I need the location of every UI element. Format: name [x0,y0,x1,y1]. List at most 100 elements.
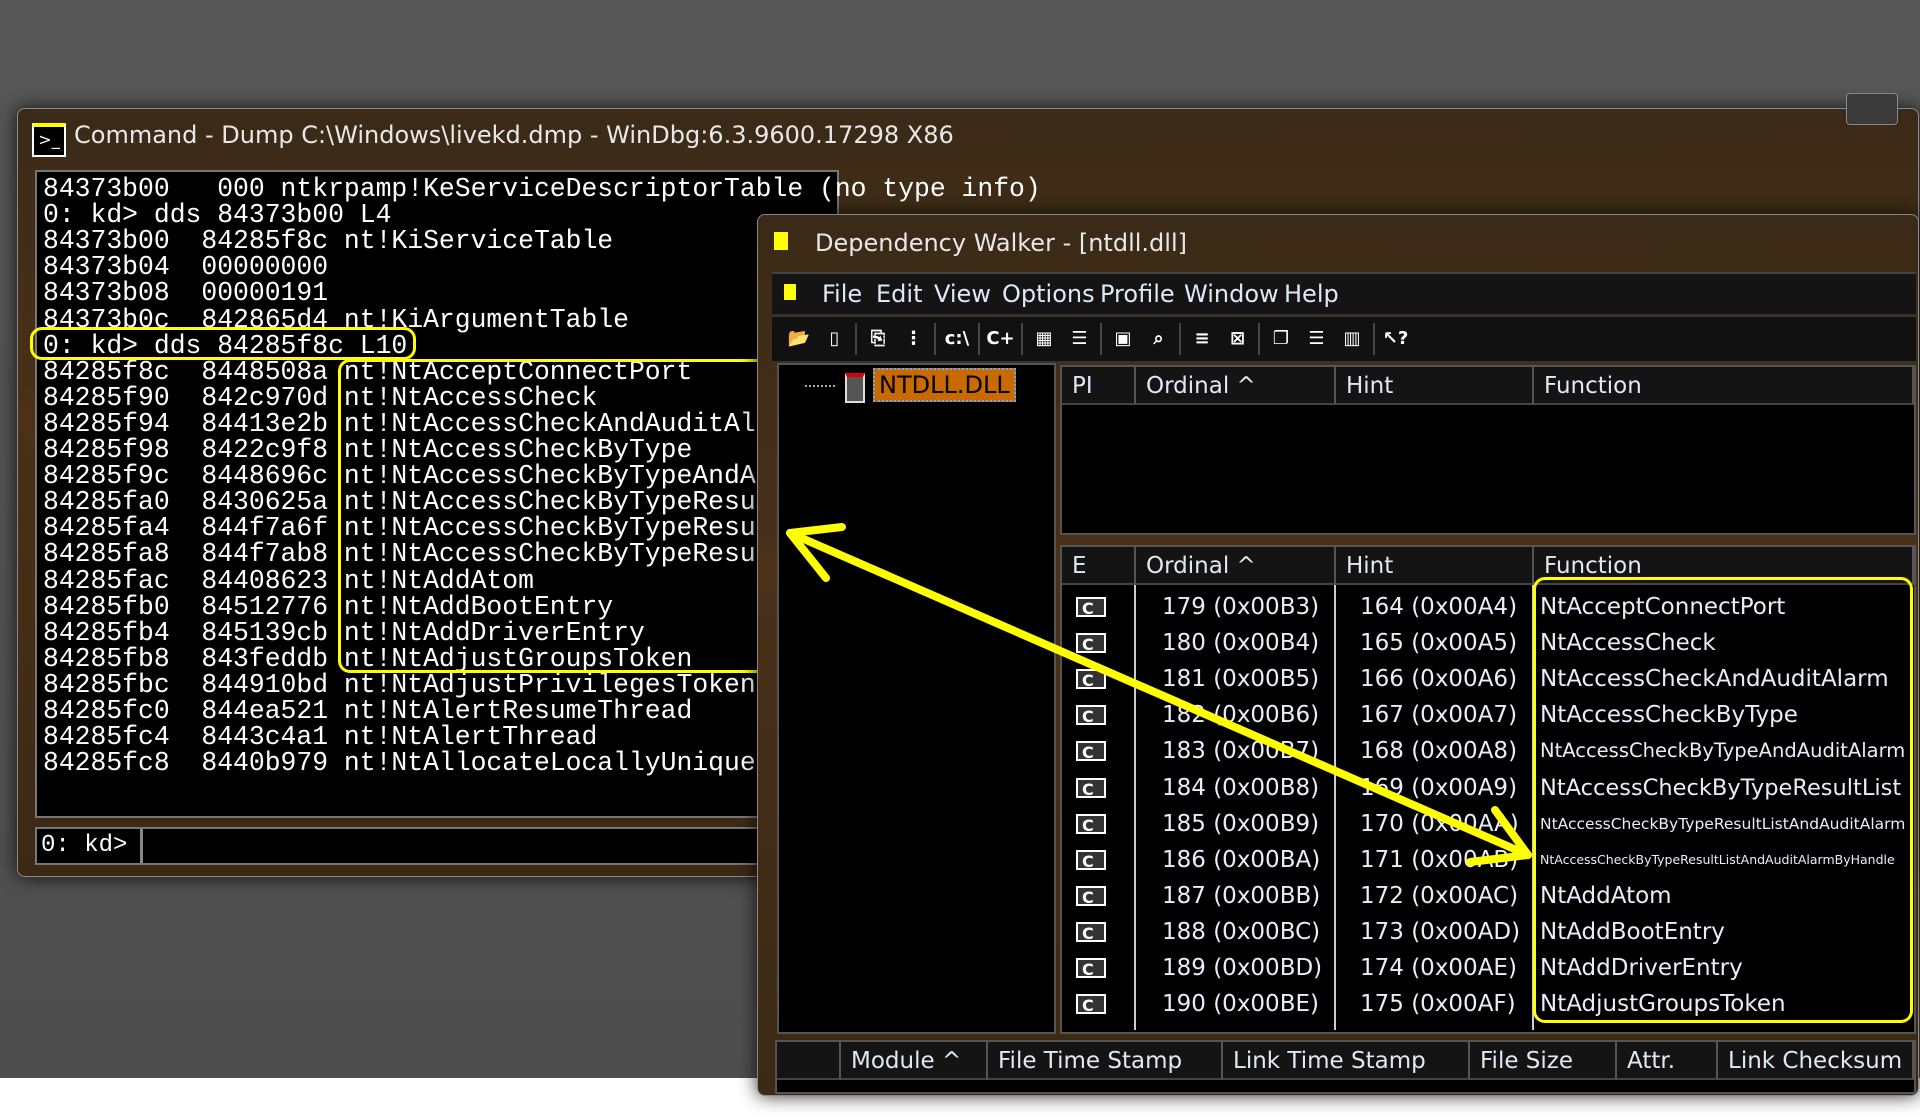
module-tree: NTDLL.DLL [777,363,1056,1034]
console-line: 84285fc4 8443c4a1 nt!NtAlertThread [43,722,598,753]
column-header-attr[interactable]: Attr. [1617,1042,1718,1080]
system-info-icon[interactable]: ▣ [1108,324,1138,354]
tile-horizontal-icon[interactable]: ☰ [1302,324,1332,354]
c-function-icon: C [1076,669,1106,690]
ordinal-cell: 187 (0x00BB) [1162,882,1321,909]
console-line: 84285fc8 8440b979 nt!NtAllocateLocallyUn… [43,748,788,779]
toolbar-separator [855,323,857,355]
find-icon[interactable]: ⌕ [1144,324,1174,354]
export-row[interactable]: C 180 (0x00B4) 165 (0x00A5) NtAccessCheck [1062,625,1914,661]
export-row[interactable]: C 187 (0x00BB) 172 (0x00AC) NtAddAtom [1062,878,1914,914]
column-header-linktimestamp[interactable]: Link Time Stamp [1223,1042,1470,1080]
export-row[interactable]: C 185 (0x00B9) 170 (0x00AA) NtAccessCheckBy… [1062,806,1914,842]
depwalker-title: Dependency Walker - [ntdll.dll] [815,229,1187,257]
hint-cell: 175 (0x00AF) [1360,991,1516,1018]
menu-options[interactable]: Options [1002,280,1095,308]
c-function-icon: C [1076,994,1106,1015]
tile-vertical-icon[interactable]: ▥ [1337,324,1367,354]
menu-profile[interactable]: Profile [1100,280,1175,308]
match-export-icon[interactable]: ≡ [1187,324,1217,354]
tree-node-ntdll[interactable]: NTDLL.DLL [873,368,1016,402]
export-row[interactable]: C 183 (0x00B7) 168 (0x00A8) NtAccessCheckBy… [1062,733,1914,769]
ordinal-cell: 179 (0x00B3) [1162,594,1320,620]
column-header-filesize[interactable]: File Size [1470,1042,1617,1080]
imports-list: PI Ordinal ^ Hint Function [1060,365,1916,535]
exports-list: E Ordinal ^ Hint Function C 179 (0x00B3) 164 (… [1060,545,1916,1034]
column-header-ordinal[interactable]: Ordinal ^ [1136,547,1336,585]
function-cell: NtAddBootEntry [1540,918,1725,945]
export-row[interactable]: C 188 (0x00BC) 173 (0x00AD) NtAddBootEntry [1062,914,1914,950]
column-header-blank[interactable] [777,1042,841,1080]
ordinal-cell: 185 (0x00B9) [1162,810,1320,837]
match-import-icon[interactable]: ⊠ [1223,324,1253,354]
menu-edit[interactable]: Edit [876,280,922,308]
function-cell: NtAccessCheckAndAuditAlarm [1540,666,1889,693]
toolbar-separator [1021,323,1023,355]
tree-connector [805,385,835,387]
function-cell: NtAccessCheckByTypeResultList [1540,774,1902,801]
menu-help[interactable]: Help [1284,280,1339,308]
export-row[interactable]: C 190 (0x00BE) 175 (0x00AF) NtAdjustGroupsT… [1062,986,1914,1022]
console-line: 84373b00 000 ntkrpamp!KeServiceDescripto… [43,174,1041,204]
function-cell: NtAddAtom [1540,882,1672,909]
console-line: 84285fac 84408623 nt!NtAddAtom [43,565,534,596]
function-cell: NtAccessCheck [1540,630,1716,657]
console-line: 84285f8c 8448508a nt!NtAcceptConnectPort [43,356,693,387]
console-line: 84285fa0 8430625a nt!NtAccessCheckByType… [43,487,851,518]
ordinal-cell: 190 (0x00BE) [1162,991,1319,1018]
column-header-e[interactable]: E [1062,547,1136,585]
c-function-icon: C [1076,958,1106,979]
console-line: 84285f90 842c970d nt!NtAccessCheck [43,382,598,413]
column-header-pi[interactable]: PI [1062,367,1136,405]
console-line: 84285fb4 845139cb nt!NtAddDriverEntry [43,617,645,648]
function-cell: NtAddDriverEntry [1540,955,1743,981]
open-icon[interactable]: 📂 [784,324,814,354]
export-row[interactable]: C 184 (0x00B8) 169 (0x00A9) NtAccessCheckBy… [1062,770,1914,806]
dependency-walker-window: Dependency Walker - [ntdll.dll] File Edit… [757,214,1919,1096]
save-icon[interactable]: ▯ [820,324,850,354]
toolbar-separator [977,323,980,355]
copy-icon[interactable]: ⎘ [863,324,893,354]
depwalker-app-icon [774,232,788,250]
full-paths-icon[interactable]: c:\ [942,324,972,354]
c-function-icon: C [1076,813,1106,835]
auto-expand-icon[interactable]: ▦ [1029,324,1059,354]
export-row[interactable]: C 186 (0x00BA) 171 (0x00AB) NtAccessCheckBy… [1062,842,1914,878]
undecorate-cpp-icon[interactable]: C+ [986,324,1016,354]
toolbar-separator [1100,323,1102,355]
export-row[interactable]: C 189 (0x00BD) 174 (0x00AE) NtAddDriverEntr… [1062,950,1914,986]
c-function-icon: C [1076,597,1106,618]
help-icon[interactable]: ↖? [1381,324,1411,354]
console-line: 84285fb0 84512776 nt!NtAddBootEntry [43,591,614,622]
ordinal-cell: 186 (0x00BA) [1162,846,1321,873]
minimize-button[interactable] [1846,93,1898,125]
column-header-hint[interactable]: Hint [1336,547,1534,585]
column-header-function[interactable]: Function [1534,547,1914,585]
menu-view[interactable]: View [934,280,991,308]
cascade-icon[interactable]: ❐ [1266,324,1296,354]
column-header-linkchecksum[interactable]: Link Checksum [1718,1042,1914,1080]
console-line: 84373b00 84285f8c nt!KiServiceTable [43,226,614,257]
hint-cell: 173 (0x00AD) [1360,918,1521,945]
hint-cell: 166 (0x00A6) [1360,666,1518,693]
properties-icon[interactable]: ☰ [1065,324,1095,354]
column-header-ordinal[interactable]: Ordinal ^ [1136,367,1336,405]
menu-window[interactable]: Window [1184,280,1279,308]
c-function-icon: C [1076,777,1106,799]
console-line: 84285fb8 843feddb nt!NtAdjustGroupsToken [43,643,693,674]
column-header-hint[interactable]: Hint [1336,367,1534,405]
column-header-module[interactable]: Module ^ [841,1042,988,1080]
export-row[interactable]: C 181 (0x00B5) 166 (0x00A6) NtAccessCheckAn… [1062,661,1914,697]
column-header-function[interactable]: Function [1534,367,1914,405]
console-line: 0: kd> dds 84285f8c L10 [43,330,408,361]
expand-tree-icon[interactable]: ⋮ [899,324,929,354]
command-input[interactable] [147,829,827,861]
export-row[interactable]: C 182 (0x00B6) 167 (0x00A7) NtAccessCheckBy… [1062,697,1914,733]
column-header-filetimestamp[interactable]: File Time Stamp [988,1042,1223,1080]
menu-file[interactable]: File [822,280,862,308]
export-row[interactable]: C 179 (0x00B3) 164 (0x00A4) NtAcceptConnect… [1062,589,1914,625]
ordinal-cell: 180 (0x00B4) [1162,630,1320,657]
hint-cell: 170 (0x00AA) [1360,810,1519,837]
function-cell: NtAccessCheckByTypeResultListAndAuditAla… [1540,814,1906,833]
c-function-icon: C [1076,741,1106,762]
